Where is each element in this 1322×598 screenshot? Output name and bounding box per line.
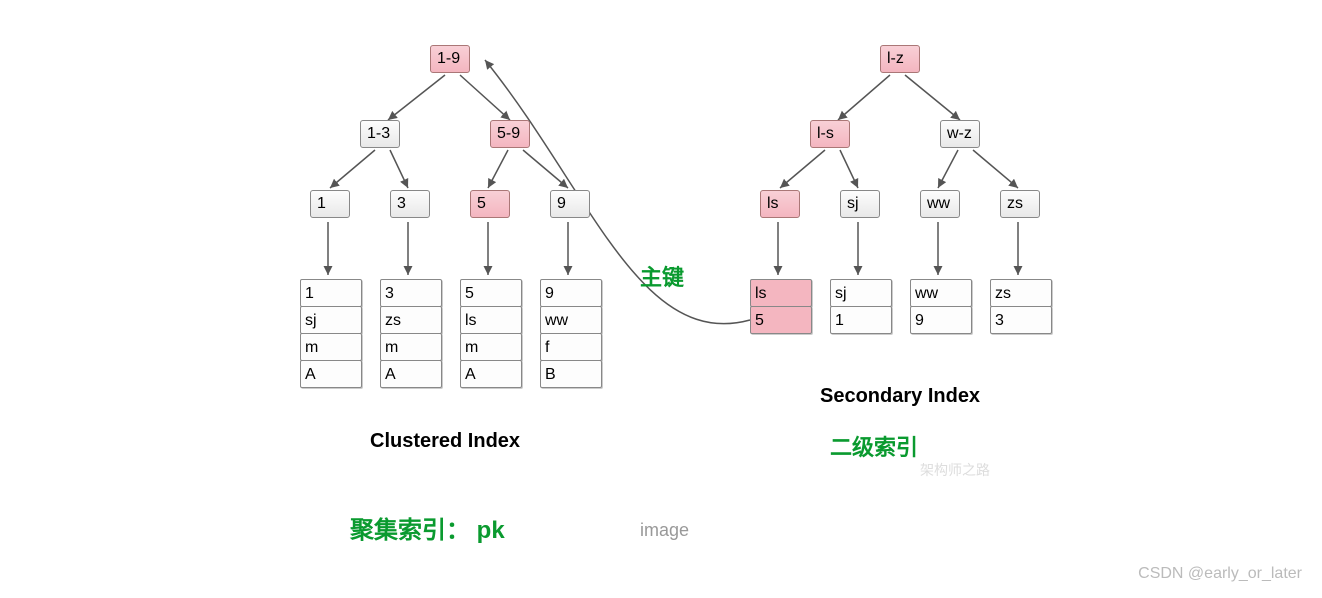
clustered-l2-1: 3: [390, 190, 430, 218]
clustered-leaf-0: 1 sj m A: [300, 280, 362, 388]
clustered-l1-left: 1-3: [360, 120, 400, 148]
leaf-cell: A: [300, 360, 362, 388]
clustered-leaf-1: 3 zs m A: [380, 280, 442, 388]
secondary-l2-3: zs: [1000, 190, 1040, 218]
clustered-leaf-3: 9 ww f B: [540, 280, 602, 388]
secondary-leaf-0: ls 5: [750, 280, 812, 334]
leaf-cell: 1: [300, 279, 362, 307]
leaf-cell: m: [460, 333, 522, 361]
faint-watermark: 架构师之路: [920, 460, 990, 480]
leaf-cell: f: [540, 333, 602, 361]
leaf-cell: 9: [910, 306, 972, 334]
leaf-cell: sj: [300, 306, 362, 334]
leaf-cell: m: [380, 333, 442, 361]
secondary-leaf-3: zs 3: [990, 280, 1052, 334]
leaf-cell: ls: [750, 279, 812, 307]
secondary-leaf-2: ww 9: [910, 280, 972, 334]
secondary-l2-0: ls: [760, 190, 800, 218]
leaf-cell: 9: [540, 279, 602, 307]
leaf-cell: B: [540, 360, 602, 388]
leaf-cell: ww: [540, 306, 602, 334]
leaf-cell: zs: [380, 306, 442, 334]
leaf-cell: ls: [460, 306, 522, 334]
leaf-cell: m: [300, 333, 362, 361]
clustered-l1-right: 5-9: [490, 120, 530, 148]
secondary-title: Secondary Index: [820, 385, 980, 408]
leaf-cell: 1: [830, 306, 892, 334]
leaf-cell: sj: [830, 279, 892, 307]
secondary-root: l-z: [880, 45, 920, 73]
leaf-cell: zs: [990, 279, 1052, 307]
clustered-title: Clustered Index: [370, 430, 520, 453]
clustered-green-label: 聚集索引： pk: [350, 510, 505, 545]
clustered-l2-3: 9: [550, 190, 590, 218]
leaf-cell: A: [460, 360, 522, 388]
leaf-cell: 3: [990, 306, 1052, 334]
clustered-l2-2: 5: [470, 190, 510, 218]
leaf-cell: A: [380, 360, 442, 388]
leaf-cell: ww: [910, 279, 972, 307]
secondary-green-label: 二级索引: [830, 430, 918, 462]
leaf-cell: 5: [750, 306, 812, 334]
secondary-l1-left: l-s: [810, 120, 850, 148]
leaf-cell: 3: [380, 279, 442, 307]
pk-label: 主键: [640, 260, 684, 292]
clustered-root: 1-9: [430, 45, 470, 73]
diagram-area: 1-9 1-3 5-9 1 3 5 9 1 sj m A 3 zs m A 5 …: [240, 30, 1140, 500]
attribution: CSDN @early_or_later: [1138, 565, 1302, 583]
clustered-l2-0: 1: [310, 190, 350, 218]
secondary-leaf-1: sj 1: [830, 280, 892, 334]
leaf-cell: 5: [460, 279, 522, 307]
secondary-l2-1: sj: [840, 190, 880, 218]
clustered-leaf-2: 5 ls m A: [460, 280, 522, 388]
image-caption: image: [640, 520, 689, 541]
secondary-l2-2: ww: [920, 190, 960, 218]
secondary-l1-right: w-z: [940, 120, 980, 148]
